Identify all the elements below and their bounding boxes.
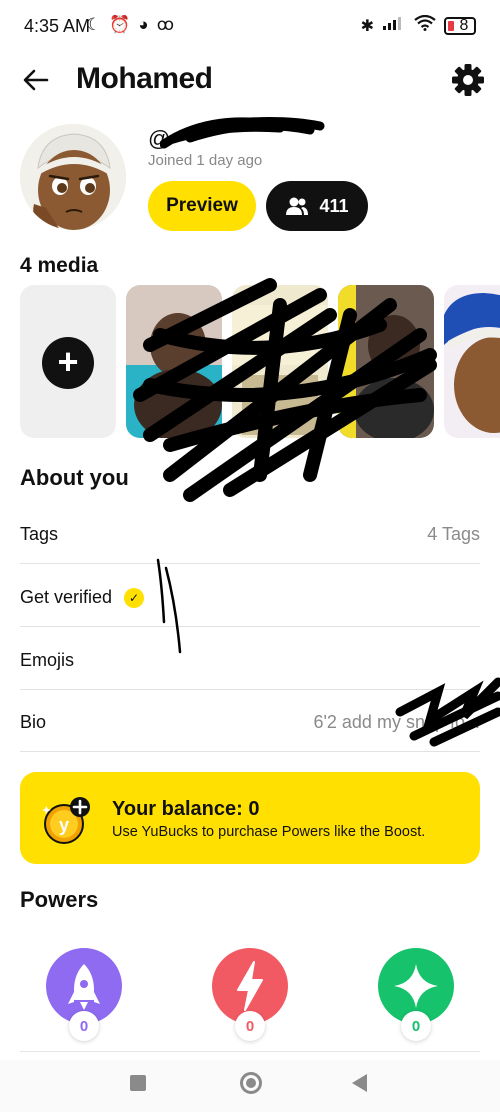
- row-value: 4 Tags: [427, 524, 480, 544]
- balance-subtitle: Use YuBucks to purchase Powers like the …: [112, 824, 426, 840]
- voicemail-icon: ꝏ: [156, 15, 175, 34]
- balance-title: Your balance: 0: [112, 798, 260, 820]
- svg-text:y: y: [59, 815, 69, 835]
- avatar[interactable]: [20, 124, 126, 230]
- bluetooth-icon: ✱: [360, 17, 374, 35]
- status-bar: 4:35 AM ☾ ⏰ ◕ ꝏ ✱ 8: [0, 0, 500, 56]
- add-media-button[interactable]: +: [20, 285, 116, 438]
- lightning-power-count: 0: [235, 1011, 265, 1041]
- back-arrow-icon[interactable]: [20, 64, 52, 96]
- redaction-scribble: [160, 117, 325, 149]
- recents-icon[interactable]: [130, 1075, 146, 1091]
- redaction-scribble: [133, 278, 437, 502]
- status-left-icons: ☾ ⏰ ◕ ꝏ: [86, 15, 174, 35]
- status-right-icons: ✱ 8: [360, 14, 476, 36]
- sparkle-power-count: 0: [401, 1011, 431, 1041]
- yubucks-coin-icon: y: [42, 797, 90, 844]
- gear-icon[interactable]: [450, 62, 486, 98]
- verified-check-icon: ✓: [124, 588, 144, 608]
- redaction-scribble: [156, 558, 182, 654]
- row-label: Emojis: [20, 650, 75, 670]
- powers-title: Powers: [20, 887, 99, 912]
- battery-level: 8: [459, 16, 469, 34]
- friends-count: 411: [319, 195, 349, 216]
- plus-icon: +: [42, 337, 94, 389]
- about-title: About you: [20, 465, 129, 490]
- back-triangle-icon[interactable]: [352, 1074, 367, 1092]
- tags-row[interactable]: Tags 4 Tags: [20, 502, 480, 564]
- redaction-scribble: [395, 677, 500, 747]
- row-label: Bio: [20, 712, 47, 732]
- wifi-icon: [414, 14, 436, 36]
- battery-icon: 8: [444, 16, 476, 35]
- home-icon[interactable]: [240, 1072, 262, 1094]
- rocket-power-count: 0: [69, 1011, 99, 1041]
- page-title: Mohamed: [76, 62, 213, 95]
- media-title: 4 media: [20, 254, 99, 277]
- row-label: Get verified: [20, 587, 113, 607]
- divider: [20, 1051, 480, 1052]
- status-time: 4:35 AM: [24, 16, 91, 36]
- row-label: Tags: [20, 524, 59, 544]
- get-verified-row[interactable]: Get verified ✓: [20, 565, 480, 627]
- friends-button[interactable]: 411: [266, 181, 368, 231]
- alarm-icon: ⏰: [109, 15, 131, 34]
- moon-icon: ☾: [86, 15, 102, 34]
- media-thumb[interactable]: [444, 285, 500, 438]
- system-nav-bar: [0, 1060, 500, 1112]
- app-icon: ◕: [138, 15, 149, 34]
- balance-card[interactable]: y Your balance: 0 Use YuBucks to purchas…: [20, 772, 480, 864]
- header: Mohamed: [0, 56, 500, 104]
- friends-icon: [286, 197, 309, 215]
- preview-button[interactable]: Preview: [148, 181, 256, 231]
- joined-text: Joined 1 day ago: [148, 152, 263, 169]
- signal-icon: [382, 15, 406, 36]
